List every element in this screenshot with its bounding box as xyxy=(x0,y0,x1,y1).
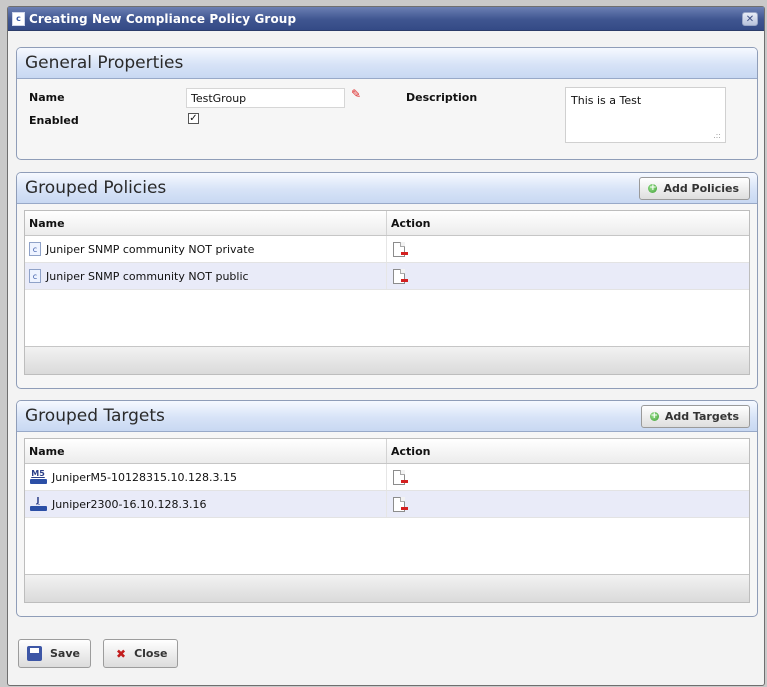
row-action-cell xyxy=(387,263,749,289)
router-icon: J xyxy=(29,497,47,511)
grid-footer-bar xyxy=(25,574,749,602)
column-header-name[interactable]: Name xyxy=(25,439,387,463)
add-targets-button[interactable]: + Add Targets xyxy=(640,404,750,428)
table-row[interactable]: J Juniper2300-16.10.128.3.16 xyxy=(25,491,749,518)
grid-footer-bar xyxy=(25,346,749,374)
column-header-action[interactable]: Action xyxy=(387,439,749,463)
plus-icon: + xyxy=(648,182,658,193)
general-fields: Name TestGroup ✎ Enabled ✓ Description T… xyxy=(17,79,757,149)
general-properties-panel: General Properties Name TestGroup ✎ Enab… xyxy=(16,47,758,160)
device-tag: J xyxy=(36,496,40,505)
general-properties-header: General Properties xyxy=(17,48,757,79)
dialog-titlebar: c Creating New Compliance Policy Group ✕ xyxy=(8,7,764,31)
router-icon: M5 xyxy=(29,470,47,484)
row-name-cell: c Juniper SNMP community NOT public xyxy=(25,263,387,289)
enabled-checkbox[interactable]: ✓ xyxy=(188,113,199,124)
row-action-cell xyxy=(387,464,749,490)
close-button[interactable]: ✖ Close xyxy=(103,639,179,668)
row-action-cell xyxy=(387,236,749,262)
name-field[interactable]: TestGroup xyxy=(186,88,345,108)
add-policies-button[interactable]: + Add Policies xyxy=(639,176,750,200)
description-field[interactable]: This is a Test .:: xyxy=(565,87,726,143)
plus-icon: + xyxy=(649,410,659,421)
policy-name: Juniper SNMP community NOT private xyxy=(46,242,255,256)
panel-title: General Properties xyxy=(25,53,184,73)
remove-document-icon[interactable] xyxy=(393,241,408,257)
dialog-title: Creating New Compliance Policy Group xyxy=(29,11,297,26)
column-header-name[interactable]: Name xyxy=(25,211,387,235)
grid-empty-area xyxy=(25,518,749,574)
grouped-targets-header: Grouped Targets + Add Targets xyxy=(17,401,757,432)
device-tag: M5 xyxy=(31,469,45,478)
policy-icon: c xyxy=(29,269,41,283)
policy-icon: c xyxy=(29,242,41,256)
grouped-targets-panel: Grouped Targets + Add Targets Name Actio… xyxy=(16,400,758,617)
grid-header: Name Action xyxy=(25,211,749,236)
remove-document-icon[interactable] xyxy=(393,469,408,485)
row-action-cell xyxy=(387,491,749,517)
policy-name: Juniper SNMP community NOT public xyxy=(46,269,249,283)
close-icon[interactable]: ✕ xyxy=(742,12,758,26)
policy-icon: c xyxy=(12,11,25,26)
save-button[interactable]: Save xyxy=(18,639,91,668)
table-row[interactable]: M5 JuniperM5-10128315.10.128.3.15 xyxy=(25,464,749,491)
resize-handle-icon[interactable]: .:: xyxy=(713,131,721,140)
description-label: Description xyxy=(406,91,478,104)
table-row[interactable]: c Juniper SNMP community NOT public xyxy=(25,263,749,290)
add-targets-label: Add Targets xyxy=(664,409,739,423)
panel-title: Grouped Policies xyxy=(25,178,167,198)
remove-document-icon[interactable] xyxy=(393,496,408,512)
panel-title: Grouped Targets xyxy=(25,406,165,426)
add-policies-label: Add Policies xyxy=(663,181,739,195)
device-base xyxy=(29,506,47,511)
name-label: Name xyxy=(29,91,65,104)
table-row[interactable]: c Juniper SNMP community NOT private xyxy=(25,236,749,263)
enabled-label: Enabled xyxy=(29,114,79,127)
targets-grid: Name Action M5 JuniperM5-10128315.10.128… xyxy=(24,438,750,603)
grouped-policies-panel: Grouped Policies + Add Policies Name Act… xyxy=(16,172,758,389)
close-icon: ✖ xyxy=(116,646,127,661)
column-header-action[interactable]: Action xyxy=(387,211,749,235)
row-name-cell: c Juniper SNMP community NOT private xyxy=(25,236,387,262)
row-name-cell: J Juniper2300-16.10.128.3.16 xyxy=(25,491,387,517)
grid-header: Name Action xyxy=(25,439,749,464)
close-label: Close xyxy=(134,647,168,660)
save-icon xyxy=(27,646,42,661)
grid-empty-area xyxy=(25,290,749,346)
device-base xyxy=(29,479,47,484)
remove-document-icon[interactable] xyxy=(393,268,408,284)
description-text: This is a Test xyxy=(571,94,642,107)
save-label: Save xyxy=(50,647,80,660)
target-name: JuniperM5-10128315.10.128.3.15 xyxy=(52,470,237,484)
required-icon: ✎ xyxy=(351,87,362,101)
policy-group-dialog: c Creating New Compliance Policy Group ✕… xyxy=(7,6,765,686)
policies-grid: Name Action c Juniper SNMP community NOT… xyxy=(24,210,750,375)
target-name: Juniper2300-16.10.128.3.16 xyxy=(52,497,207,511)
grouped-policies-header: Grouped Policies + Add Policies xyxy=(17,173,757,204)
row-name-cell: M5 JuniperM5-10128315.10.128.3.15 xyxy=(25,464,387,490)
